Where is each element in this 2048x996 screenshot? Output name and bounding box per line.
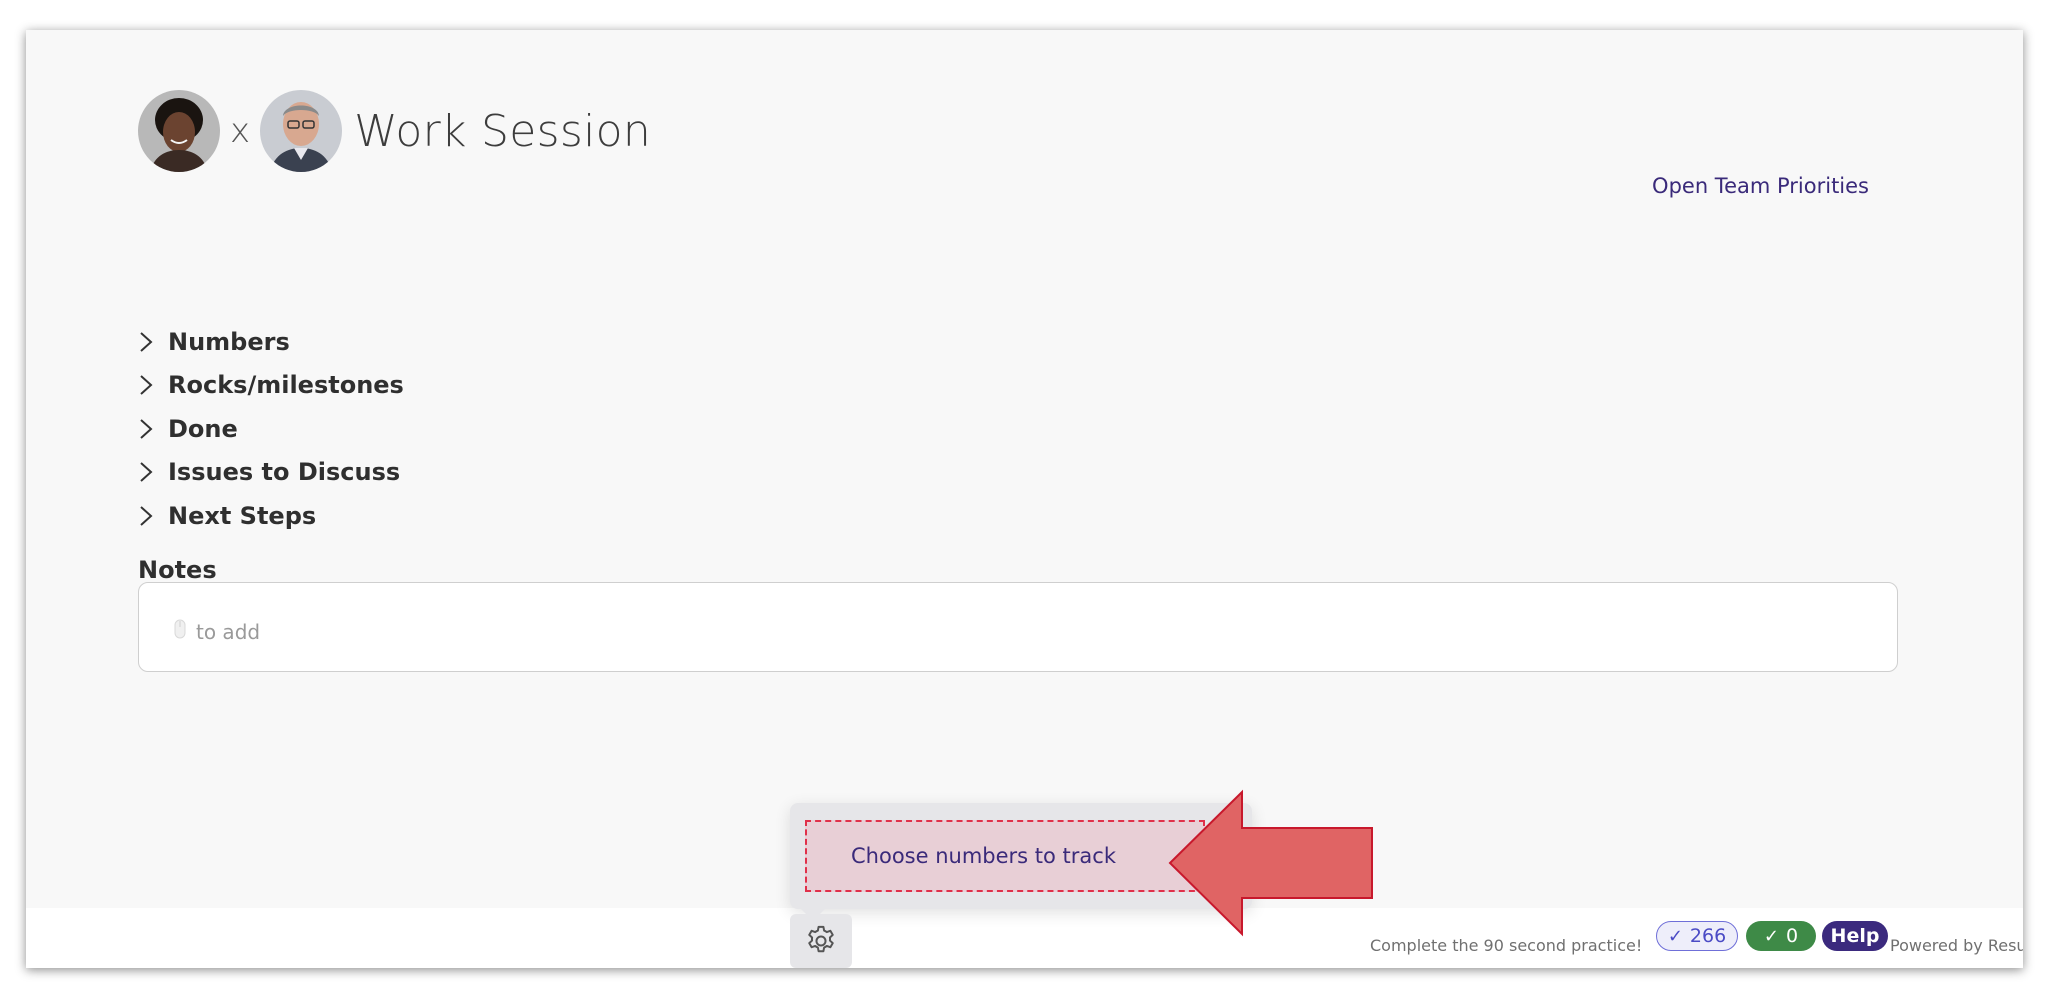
times-symbol: x	[230, 111, 251, 151]
session-header: x Work Session	[138, 90, 651, 172]
section-label: Next Steps	[168, 501, 317, 530]
gear-icon	[808, 925, 834, 953]
chevron-right-icon	[140, 419, 153, 439]
practice-link[interactable]: Complete the 90 second practice!	[1370, 936, 1642, 955]
done-count-badge[interactable]: ✓ 0	[1746, 921, 1816, 951]
section-label: Rocks/milestones	[168, 371, 404, 400]
section-numbers[interactable]: Numbers	[136, 320, 404, 364]
notes-placeholder: to add	[196, 620, 261, 644]
section-label: Issues to Discuss	[168, 458, 401, 487]
checks-count: 266	[1689, 925, 1727, 947]
section-next-steps[interactable]: Next Steps	[136, 494, 404, 538]
chevron-right-icon	[140, 462, 153, 482]
checks-count-badge[interactable]: ✓ 266	[1656, 921, 1738, 951]
powered-by-text: Powered by Resu	[1890, 936, 2023, 955]
section-label: Numbers	[168, 327, 290, 356]
mouse-icon	[174, 619, 186, 639]
section-issues-to-discuss[interactable]: Issues to Discuss	[136, 451, 404, 495]
help-button[interactable]: Help	[1822, 921, 1888, 951]
section-label: Done	[168, 414, 238, 443]
section-list: Numbers Rocks/milestones Done Issues to …	[136, 320, 404, 538]
done-count: 0	[1786, 925, 1799, 947]
avatar-woman	[138, 90, 220, 172]
avatar-man	[260, 90, 343, 172]
section-rocks-milestones[interactable]: Rocks/milestones	[136, 364, 404, 408]
section-done[interactable]: Done	[136, 407, 404, 451]
check-icon: ✓	[1763, 925, 1779, 947]
settings-button[interactable]	[790, 914, 852, 968]
open-team-priorities-link[interactable]: Open Team Priorities	[1652, 176, 1869, 197]
red-arrow-left	[1168, 789, 1373, 937]
page-title: Work Session	[354, 105, 652, 157]
notes-heading: Notes	[138, 556, 217, 584]
chevron-right-icon	[140, 375, 153, 395]
chevron-right-icon	[140, 506, 153, 526]
app-window: x Work Session Open Team Priorities Numb…	[26, 30, 2023, 968]
notes-input[interactable]	[138, 582, 1898, 672]
check-icon: ✓	[1667, 925, 1683, 947]
choose-numbers-option[interactable]: Choose numbers to track	[805, 820, 1205, 892]
chevron-right-icon	[140, 332, 153, 352]
